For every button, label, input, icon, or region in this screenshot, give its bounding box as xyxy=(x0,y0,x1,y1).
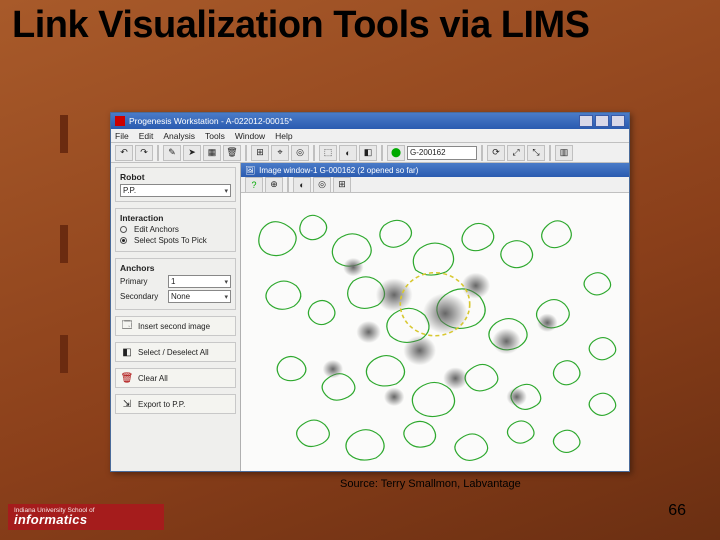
toolbar-icon[interactable]: ▥ xyxy=(555,145,573,161)
close-button[interactable] xyxy=(611,115,625,127)
export-button[interactable]: ⇲ Export to P.P. xyxy=(115,394,236,414)
robot-dropdown[interactable]: P.P.▾ xyxy=(120,184,231,197)
decorative-bars xyxy=(60,115,68,373)
slide-title: Link Visualization Tools via LIMS xyxy=(0,0,720,46)
window-titlebar: Progenesis Workstation - A-022012-00015* xyxy=(111,113,629,129)
main-panel: 🖼 Image window-1 G-000162 (2 opened so f… xyxy=(241,163,629,471)
anchors-label: Anchors xyxy=(120,263,231,273)
toolbar-separator xyxy=(381,145,383,161)
robot-panel: Robot P.P.▾ xyxy=(115,167,236,202)
window-title: Progenesis Workstation - A-022012-00015* xyxy=(129,116,292,126)
toolbar-icon[interactable]: ◎ xyxy=(291,145,309,161)
menu-window[interactable]: Window xyxy=(235,131,265,141)
toolbar-separator xyxy=(481,145,483,161)
insert-image-button[interactable]: 🗔 Insert second image xyxy=(115,316,236,336)
insert-icon: 🗔 xyxy=(120,319,134,333)
toolbar-icon[interactable]: ↶ xyxy=(115,145,133,161)
sidebar: Robot P.P.▾ Interaction Edit Anchors Sel… xyxy=(111,163,241,471)
toolbar-icon[interactable]: ◧ xyxy=(359,145,377,161)
menu-file[interactable]: File xyxy=(115,131,129,141)
toolbar-icon[interactable]: ✎ xyxy=(163,145,181,161)
image-icon: 🖼 xyxy=(245,166,255,175)
robot-label: Robot xyxy=(120,172,231,182)
radio-icon xyxy=(120,226,127,233)
toolbar-icon[interactable]: ➤ xyxy=(183,145,201,161)
toolbar-icon[interactable]: ⤡ xyxy=(527,145,545,161)
inner-toolbar-icon[interactable]: ? xyxy=(245,177,263,193)
interaction-panel: Interaction Edit Anchors Select Spots To… xyxy=(115,208,236,252)
app-window: Progenesis Workstation - A-022012-00015*… xyxy=(110,112,630,472)
toolbar-separator xyxy=(549,145,551,161)
logo-top-text: Indiana University School of xyxy=(14,507,158,514)
source-attribution: Source: Terry Smallmon, Labvantage xyxy=(340,478,521,490)
inner-window-titlebar: 🖼 Image window-1 G-000162 (2 opened so f… xyxy=(241,163,629,177)
interaction-label: Interaction xyxy=(120,213,231,223)
inner-toolbar-icon[interactable]: ⊞ xyxy=(333,177,351,193)
secondary-dropdown[interactable]: None▾ xyxy=(168,290,231,303)
inner-toolbar-icon[interactable]: ⊕ xyxy=(265,177,283,193)
minimize-button[interactable] xyxy=(579,115,593,127)
toolbar-separator xyxy=(313,145,315,161)
toolbar-icon[interactable]: ◐ xyxy=(339,145,357,161)
maximize-button[interactable] xyxy=(595,115,609,127)
toolbar-icon[interactable]: ⊞ xyxy=(251,145,269,161)
toolbar-icon[interactable]: ⟳ xyxy=(487,145,505,161)
toolbar-icon[interactable]: ⤢ xyxy=(507,145,525,161)
chevron-down-icon: ▾ xyxy=(224,293,228,301)
toolbar-icon[interactable]: ▦ xyxy=(203,145,221,161)
chevron-down-icon: ▾ xyxy=(224,278,228,286)
inner-toolbar-icon[interactable]: ◎ xyxy=(313,177,331,193)
select-deselect-button[interactable]: ◧ Select / Deselect All xyxy=(115,342,236,362)
toolbar-separator xyxy=(157,145,159,161)
anchors-panel: Anchors Primary 1▾ Secondary None▾ xyxy=(115,258,236,310)
visualization-canvas[interactable] xyxy=(241,193,629,471)
toolbar-icon[interactable]: ⬚ xyxy=(319,145,337,161)
inner-toolbar: ? ⊕ ◐ ◎ ⊞ xyxy=(241,177,629,193)
page-number: 66 xyxy=(668,502,686,520)
inner-toolbar-icon[interactable]: ◐ xyxy=(293,177,311,193)
inner-window-title: Image window-1 G-000162 (2 opened so far… xyxy=(259,166,418,175)
toolbar-icon[interactable]: ⌖ xyxy=(271,145,289,161)
logo-main-text: informatics xyxy=(14,512,158,527)
menubar: File Edit Analysis Tools Window Help xyxy=(111,129,629,143)
app-icon xyxy=(115,116,125,126)
select-icon: ◧ xyxy=(120,345,134,359)
toolbar-separator xyxy=(287,177,289,193)
toolbar-icon[interactable]: ↷ xyxy=(135,145,153,161)
menu-analysis[interactable]: Analysis xyxy=(163,131,195,141)
clear-all-button[interactable]: 🗑 Clear All xyxy=(115,368,236,388)
toolbar-icon[interactable]: ⬤ xyxy=(387,145,405,161)
trash-icon: 🗑 xyxy=(120,371,134,385)
secondary-label: Secondary xyxy=(120,292,164,301)
export-icon: ⇲ xyxy=(120,397,134,411)
menu-help[interactable]: Help xyxy=(275,131,292,141)
toolbar-separator xyxy=(245,145,247,161)
menu-edit[interactable]: Edit xyxy=(139,131,154,141)
menu-tools[interactable]: Tools xyxy=(205,131,225,141)
radio-icon xyxy=(120,237,127,244)
id-field[interactable]: G-200162 xyxy=(407,146,477,160)
primary-label: Primary xyxy=(120,277,164,286)
main-toolbar: ↶ ↷ ✎ ➤ ▦ 🗑 ⊞ ⌖ ◎ ⬚ ◐ ◧ ⬤ G-200162 ⟳ ⤢ ⤡… xyxy=(111,143,629,163)
radio-select-spots[interactable]: Select Spots To Pick xyxy=(120,236,231,245)
logo: Indiana University School of informatics xyxy=(8,504,164,530)
radio-edit-anchors[interactable]: Edit Anchors xyxy=(120,225,231,234)
toolbar-icon[interactable]: 🗑 xyxy=(223,145,241,161)
chevron-down-icon: ▾ xyxy=(224,187,228,195)
primary-dropdown[interactable]: 1▾ xyxy=(168,275,231,288)
